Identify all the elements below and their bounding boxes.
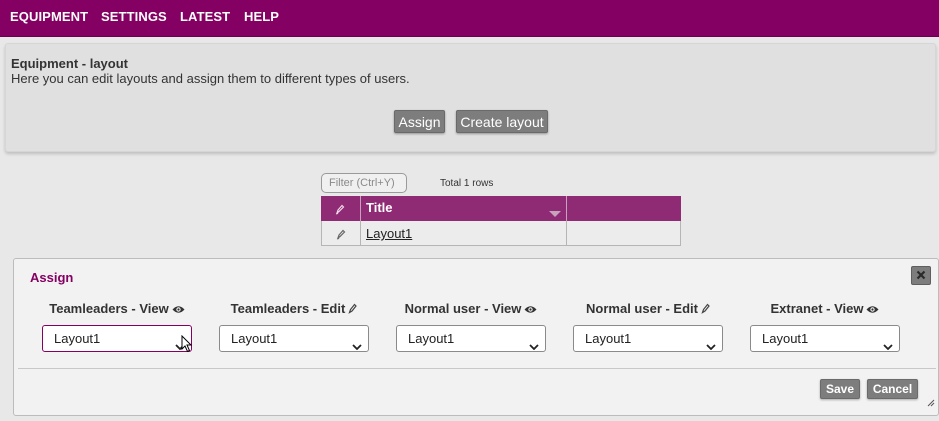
teamleaders-view-select[interactable]: Layout1 [42,325,193,353]
pencil-icon [345,301,358,316]
title-cell: Layout1 [361,221,567,245]
normal-user-edit-text: Normal user - Edit [586,301,698,316]
assign-panel-title: Assign [30,270,74,285]
normal-user-view-text: Normal user - View [404,301,522,316]
edit-cell[interactable] [322,221,361,245]
teamleaders-edit-label: Teamleaders - Edit [219,301,369,316]
pencil-icon [698,301,710,316]
total-rows-text: Total 1 rows [440,178,494,189]
title-column-header[interactable]: Title [361,196,567,221]
nav-help[interactable]: HELP [244,9,279,24]
edit-column-header [321,196,361,221]
empty-column-header [567,196,681,221]
filter-input[interactable]: Filter (Ctrl+Y) [321,173,407,193]
eye-icon [169,301,185,316]
eye-icon [521,301,537,316]
nav-latest[interactable]: LATEST [180,9,230,24]
teamleaders-edit-select[interactable]: Layout1 [219,325,369,352]
teamleaders-edit-value: Layout1 [231,331,278,346]
pencil-icon [335,202,345,220]
close-button[interactable] [911,266,931,285]
table-row: Layout1 [321,221,681,246]
chevron-down-icon [883,333,893,358]
layout-grid: Title Layout1 [321,196,681,246]
normal-user-edit-label: Normal user - Edit [573,301,723,316]
normal-user-edit-value: Layout1 [585,331,632,346]
pencil-icon[interactable] [336,227,346,245]
chevron-down-icon [352,333,362,358]
grid-header-row: Title [321,196,681,221]
teamleaders-view-text: Teamleaders - View [49,301,169,316]
teamleaders-edit-text: Teamleaders - Edit [230,301,346,316]
header-panel: Equipment - layout Here you can edit lay… [5,43,936,152]
create-layout-button[interactable]: Create layout [456,110,548,133]
teamleaders-view-value: Layout1 [54,331,101,346]
top-navigation: EQUIPMENT SETTINGS LATEST HELP [0,0,939,37]
resize-handle-icon[interactable] [927,394,935,412]
chevron-down-icon [529,333,539,358]
save-button[interactable]: Save [820,379,860,399]
divider [18,368,936,369]
mouse-cursor-icon [181,334,193,361]
title-column-label: Title [366,200,393,215]
normal-user-view-value: Layout1 [408,331,455,346]
extranet-view-select[interactable]: Layout1 [750,325,900,352]
nav-settings[interactable]: SETTINGS [101,9,167,24]
assign-panel: Assign Teamleaders - View Layout1 Teamle… [13,258,939,416]
page-description: Here you can edit layouts and assign the… [11,71,410,86]
extranet-view-value: Layout1 [762,331,809,346]
chevron-down-icon [706,333,716,358]
normal-user-edit-select[interactable]: Layout1 [573,325,723,352]
extranet-view-label: Extranet - View [750,301,900,316]
cancel-button[interactable]: Cancel [867,379,918,399]
normal-user-view-select[interactable]: Layout1 [396,325,546,352]
empty-cell [567,221,680,245]
normal-user-view-label: Normal user - View [396,301,546,316]
extranet-view-text: Extranet - View [770,301,864,316]
page-title: Equipment - layout [11,56,128,71]
layout-title-link[interactable]: Layout1 [366,226,412,241]
nav-equipment[interactable]: EQUIPMENT [10,9,88,24]
assign-button[interactable]: Assign [394,110,445,133]
eye-icon [863,301,879,316]
close-icon [916,267,926,285]
teamleaders-view-label: Teamleaders - View [42,301,192,316]
